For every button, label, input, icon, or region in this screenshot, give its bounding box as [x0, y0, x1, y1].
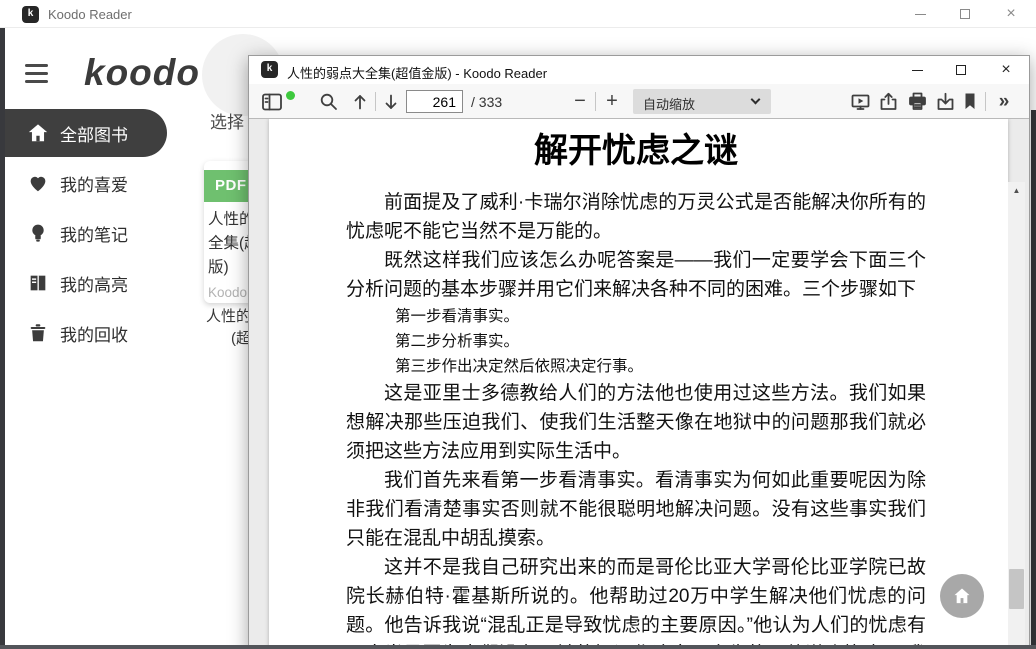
toolbar-separator — [595, 92, 596, 111]
maximize-button[interactable] — [949, 0, 983, 28]
sidebar-item-label: 我的回收 — [60, 321, 128, 346]
pdf-paragraph: 这是亚里士多德教给人们的方法他也使用过这些方法。我们如果想解决那些压迫我们、使我… — [346, 379, 926, 466]
sidebar-item-notes[interactable]: 我的笔记 — [0, 208, 200, 258]
lightbulb-icon — [27, 222, 49, 244]
sidebar-item-label: 全部图书 — [60, 121, 128, 146]
more-tools-button[interactable]: » — [991, 89, 1017, 114]
minimize-icon — [915, 14, 926, 15]
arrow-up-icon — [351, 93, 369, 111]
home-icon — [27, 122, 49, 144]
sidebar-item-favorites[interactable]: 我的喜爱 — [0, 158, 200, 208]
pdf-paragraph: 我们首先来看第一步看清事实。看清事实为何如此重要呢因为除非我们看清楚事实否则就不… — [346, 466, 926, 553]
pdf-viewer-area: 解开忧虑之谜 前面提及了威利·卡瑞尔消除忧虑的万灵公式是否能解决你所有的忧虑呢不… — [249, 119, 1029, 649]
double-chevron-right-icon: » — [999, 91, 1010, 113]
main-titlebar: k Koodo Reader × — [0, 0, 1036, 28]
pdf-step-line: 第一步看清事实。 — [346, 304, 926, 329]
toolbar-separator — [985, 92, 986, 111]
close-icon: × — [989, 56, 1023, 84]
scrollbar-thumb[interactable] — [1009, 569, 1024, 609]
search-button[interactable] — [315, 89, 341, 114]
download-icon — [936, 92, 955, 111]
zoom-mode-value: 自动缩放 — [643, 94, 695, 113]
zoom-out-button[interactable]: − — [567, 89, 593, 114]
chevron-down-icon — [751, 95, 761, 105]
previous-page-button[interactable] — [347, 89, 373, 114]
minus-icon: − — [574, 90, 586, 113]
home-icon — [952, 586, 972, 606]
desktop-edge-left — [0, 28, 5, 649]
zoom-mode-select[interactable]: 自动缩放 — [633, 89, 771, 114]
page-total-label: / 333 — [471, 94, 502, 110]
select-mode-button[interactable]: 选择 — [210, 108, 244, 133]
sidebar-toggle-button[interactable] — [259, 89, 285, 114]
reader-minimize-button[interactable] — [901, 56, 935, 84]
sidebar-item-all-books[interactable]: 全部图书 — [0, 109, 167, 157]
bookmark-button[interactable] — [957, 89, 983, 114]
sidebar-item-label: 我的笔记 — [60, 221, 128, 246]
print-icon — [908, 92, 927, 111]
scroll-up-arrow[interactable]: ▲ — [1008, 182, 1025, 199]
highlight-book-icon — [27, 272, 49, 294]
pdf-toolbar: / 333 − + 自动缩放 » — [249, 84, 1029, 119]
koodo-logo: koodo — [84, 52, 200, 94]
back-to-home-button[interactable] — [940, 574, 984, 618]
reader-maximize-button[interactable] — [945, 56, 979, 84]
screen: k Koodo Reader × koodo 全部图书 我的喜爱 我的笔记 我的… — [0, 0, 1036, 649]
close-icon: × — [994, 0, 1028, 28]
koodo-app-icon: k — [261, 61, 278, 78]
toolbar-separator — [375, 92, 376, 111]
paragraph-group: 前面提及了威利·卡瑞尔消除忧虑的万灵公式是否能解决你所有的忧虑呢不能它当然不是万… — [346, 188, 926, 304]
pdf-page: 解开忧虑之谜 前面提及了威利·卡瑞尔消除忧虑的万灵公式是否能解决你所有的忧虑呢不… — [269, 119, 1008, 649]
sidebar-nav: 全部图书 我的喜爱 我的笔记 我的高亮 我的回收 — [0, 108, 200, 358]
desktop-edge-right — [1031, 110, 1036, 649]
close-button[interactable]: × — [994, 0, 1028, 28]
plus-icon: + — [606, 90, 618, 113]
minimize-icon — [912, 70, 923, 71]
main-window-title: Koodo Reader — [48, 7, 132, 22]
open-file-button[interactable] — [875, 89, 901, 114]
sidebar-toggle-icon — [262, 93, 282, 111]
koodo-app-icon: k — [22, 6, 39, 23]
sidebar-item-label: 我的高亮 — [60, 271, 128, 296]
reader-titlebar: k 人性的弱点大全集(超值金版) - Koodo Reader × — [249, 56, 1029, 84]
menu-icon[interactable] — [25, 64, 48, 83]
reader-close-button[interactable]: × — [989, 56, 1023, 84]
pdf-step-line: 第二步分析事实。 — [346, 329, 926, 354]
sidebar-item-highlights[interactable]: 我的高亮 — [0, 258, 200, 308]
sidebar-item-trash[interactable]: 我的回收 — [0, 308, 200, 358]
pdf-paragraph: 前面提及了威利·卡瑞尔消除忧虑的万灵公式是否能解决你所有的忧虑呢不能它当然不是万… — [346, 188, 926, 246]
bookmark-icon — [962, 92, 978, 111]
taskbar-edge — [0, 645, 1036, 649]
steps-group: 第一步看清事实。第二步分析事实。第三步作出决定然后依照决定行事。 — [346, 304, 926, 379]
heart-icon — [27, 172, 49, 194]
print-button[interactable] — [904, 89, 930, 114]
pdf-paragraph: 既然这样我们应该怎么办呢答案是——我们一定要学会下面三个分析问题的基本步骤并用它… — [346, 246, 926, 304]
pdf-step-line: 第三步作出决定然后依照决定行事。 — [346, 354, 926, 379]
page-number-input[interactable] — [406, 90, 463, 113]
trash-icon — [27, 322, 49, 344]
sidebar-item-label: 我的喜爱 — [60, 171, 128, 196]
search-icon — [319, 92, 338, 111]
minimize-button[interactable] — [904, 0, 938, 28]
reader-window: k 人性的弱点大全集(超值金版) - Koodo Reader × / 333 — [248, 55, 1030, 649]
zoom-in-button[interactable]: + — [599, 89, 625, 114]
open-file-icon — [879, 92, 898, 111]
presentation-mode-button[interactable] — [847, 89, 873, 114]
arrow-down-icon — [382, 93, 400, 111]
paragraph-group: 这是亚里士多德教给人们的方法他也使用过这些方法。我们如果想解决那些压迫我们、使我… — [346, 379, 926, 649]
next-page-button[interactable] — [378, 89, 404, 114]
pdf-paragraph: 这并不是我自己研究出来的而是哥伦比亚大学哥伦比亚学院已故院长赫伯特·霍基斯所说的… — [346, 553, 926, 649]
presentation-icon — [851, 93, 870, 111]
maximize-icon — [956, 65, 966, 75]
reader-window-title: 人性的弱点大全集(超值金版) - Koodo Reader — [287, 63, 547, 82]
maximize-icon — [960, 9, 970, 19]
status-green-dot — [286, 91, 295, 100]
vertical-scrollbar[interactable]: ▲ ▼ — [1008, 182, 1025, 649]
save-button[interactable] — [932, 89, 958, 114]
chapter-heading: 解开忧虑之谜 — [346, 123, 926, 172]
